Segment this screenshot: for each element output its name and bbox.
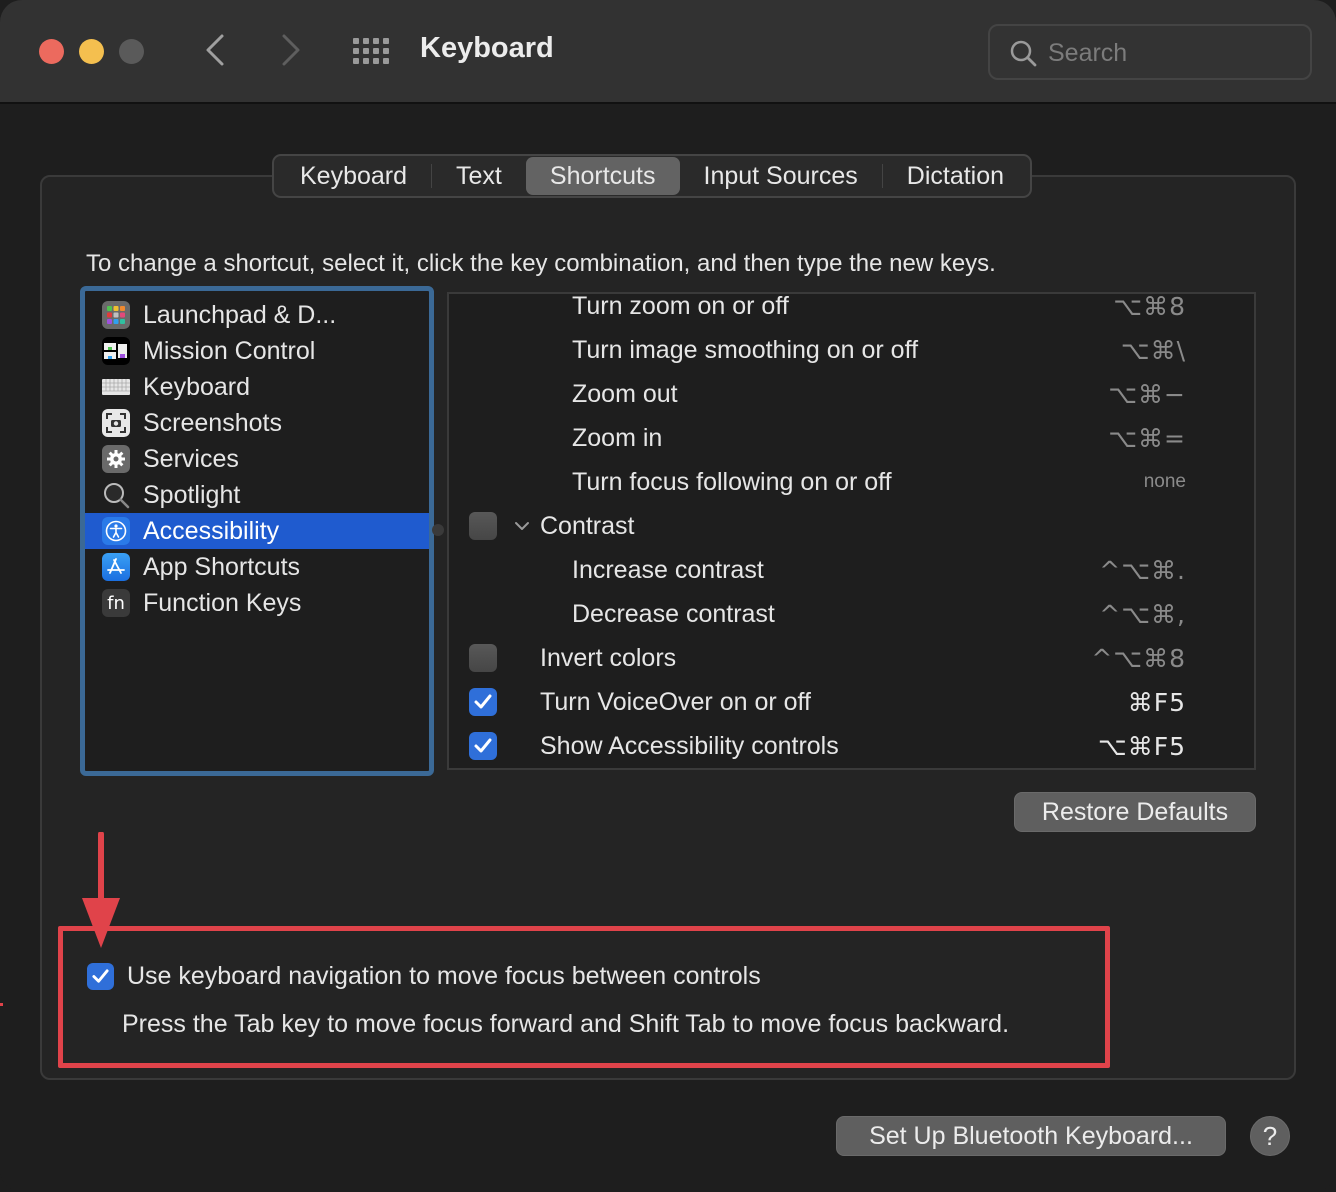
restore-defaults-button[interactable]: Restore Defaults — [1014, 792, 1256, 832]
category-launchpad[interactable]: Launchpad & D... — [85, 297, 429, 333]
launchpad-icon — [102, 301, 130, 329]
search-field[interactable] — [988, 24, 1312, 80]
chevron-right-icon — [282, 34, 300, 66]
category-spotlight[interactable]: Spotlight — [85, 477, 429, 513]
annotation-mark — [0, 1003, 3, 1006]
shortcut-keys[interactable]: ⌥⌘− — [1108, 380, 1186, 409]
shortcut-keys[interactable]: ⌥⌘= — [1108, 424, 1186, 453]
magnifier-icon — [102, 481, 130, 509]
category-services[interactable]: Services — [85, 441, 429, 477]
shortcut-row[interactable]: Decrease contrast ^⌥⌘, — [449, 592, 1254, 636]
category-label: App Shortcuts — [143, 552, 301, 581]
shortcut-keys[interactable]: ⌥⌘F5 — [1098, 732, 1186, 761]
shortcut-label: Show Accessibility controls — [540, 731, 839, 760]
chevron-down-icon[interactable] — [513, 520, 531, 532]
mission-control-icon — [102, 337, 130, 365]
shortcut-row[interactable]: Invert colors ^⌥⌘8 — [449, 636, 1254, 680]
accessibility-controls-checkbox[interactable] — [469, 732, 497, 760]
highlight-annotation-box — [58, 926, 1110, 1068]
shortcut-keys[interactable]: none — [1144, 471, 1186, 493]
zoom-button[interactable] — [119, 39, 144, 64]
shortcut-row[interactable]: Increase contrast ^⌥⌘. — [449, 548, 1254, 592]
shortcut-keys[interactable]: ⌘F5 — [1128, 688, 1186, 717]
close-button[interactable] — [39, 39, 64, 64]
split-view-handle[interactable] — [432, 524, 444, 536]
shortcut-group-contrast[interactable]: Contrast — [449, 504, 1254, 548]
voiceover-checkbox[interactable] — [469, 688, 497, 716]
instructions-text: To change a shortcut, select it, click t… — [86, 250, 996, 277]
shortcut-row[interactable]: Turn focus following on or off none — [449, 460, 1254, 504]
shortcut-label: Increase contrast — [572, 555, 764, 584]
invert-colors-checkbox[interactable] — [469, 644, 497, 672]
app-store-icon — [102, 553, 130, 581]
shortcut-keys[interactable]: ⌥⌘8 — [1113, 294, 1186, 321]
arrow-down-icon — [82, 832, 120, 948]
category-function-keys[interactable]: fn Function Keys — [85, 585, 429, 621]
shortcut-row[interactable]: Turn zoom on or off ⌥⌘8 — [449, 292, 1254, 328]
forward-button[interactable] — [276, 30, 306, 70]
category-label: Function Keys — [143, 588, 302, 617]
tab-shortcuts[interactable]: Shortcuts — [525, 157, 680, 195]
gear-icon — [102, 445, 130, 473]
search-icon — [1010, 40, 1037, 67]
shortcut-label: Zoom in — [572, 423, 663, 452]
category-label: Accessibility — [143, 516, 280, 545]
shortcut-label: Invert colors — [540, 643, 677, 672]
category-screenshots[interactable]: Screenshots — [85, 405, 429, 441]
tab-dictation[interactable]: Dictation — [883, 157, 1028, 195]
shortcut-list[interactable]: Turn zoom on or off ⌥⌘8 Turn image smoot… — [447, 292, 1256, 770]
category-label: Spotlight — [143, 480, 241, 509]
help-button[interactable]: ? — [1250, 1116, 1290, 1156]
screenshot-icon — [102, 409, 130, 437]
category-mission-control[interactable]: Mission Control — [85, 333, 429, 369]
shortcut-keys[interactable]: ^⌥⌘, — [1099, 600, 1186, 629]
shortcut-keys[interactable]: ^⌥⌘8 — [1091, 644, 1186, 673]
category-label: Services — [143, 444, 239, 473]
shortcut-label: Turn focus following on or off — [572, 467, 892, 496]
accessibility-icon — [102, 517, 130, 545]
shortcut-label: Turn zoom on or off — [572, 292, 789, 320]
window-title: Keyboard — [420, 32, 554, 64]
shortcut-row[interactable]: Zoom in ⌥⌘= — [449, 416, 1254, 460]
shortcut-label: Decrease contrast — [572, 599, 775, 628]
show-all-grid-icon[interactable] — [353, 38, 391, 64]
shortcut-keys[interactable]: ⌥⌘\ — [1121, 336, 1186, 365]
category-label: Mission Control — [143, 336, 316, 365]
shortcut-label: Zoom out — [572, 379, 678, 408]
minimize-button[interactable] — [79, 39, 104, 64]
category-keyboard[interactable]: Keyboard — [85, 369, 429, 405]
category-app-shortcuts[interactable]: App Shortcuts — [85, 549, 429, 585]
category-label: Keyboard — [143, 372, 251, 401]
shortcut-group-label: Contrast — [540, 511, 635, 540]
shortcut-keys[interactable]: ^⌥⌘. — [1099, 556, 1186, 585]
shortcut-row[interactable]: Turn image smoothing on or off ⌥⌘\ — [449, 328, 1254, 372]
tab-bar: Keyboard Text Shortcuts Input Sources Di… — [272, 154, 1033, 198]
search-input[interactable] — [1048, 34, 1298, 72]
tab-input-sources[interactable]: Input Sources — [680, 157, 882, 195]
shortcut-row[interactable]: Show Accessibility controls ⌥⌘F5 — [449, 724, 1254, 768]
category-label: Screenshots — [143, 408, 282, 437]
checkmark-icon — [474, 694, 492, 709]
back-button[interactable] — [200, 30, 230, 70]
shortcut-label: Turn image smoothing on or off — [572, 335, 919, 364]
checkmark-icon — [474, 738, 492, 753]
tab-text[interactable]: Text — [432, 157, 526, 195]
category-accessibility[interactable]: Accessibility — [85, 513, 429, 549]
shortcut-row[interactable]: Turn VoiceOver on or off ⌘F5 — [449, 680, 1254, 724]
category-label: Launchpad & D... — [143, 300, 337, 329]
shortcut-row[interactable]: Zoom out ⌥⌘− — [449, 372, 1254, 416]
keyboard-icon — [102, 373, 130, 401]
chevron-left-icon — [206, 34, 224, 66]
shortcut-label: Turn VoiceOver on or off — [540, 687, 811, 716]
bluetooth-keyboard-button[interactable]: Set Up Bluetooth Keyboard... — [836, 1116, 1226, 1156]
tab-keyboard[interactable]: Keyboard — [276, 157, 431, 195]
keyboard-preferences-window: Keyboard Keyboard Text Shortcuts Input S… — [0, 0, 1336, 1192]
fn-key-icon: fn — [102, 589, 130, 617]
contrast-checkbox[interactable] — [469, 512, 497, 540]
category-list[interactable]: Launchpad & D... Mission Control Keyboar… — [80, 286, 434, 776]
title-bar: Keyboard — [0, 0, 1336, 104]
